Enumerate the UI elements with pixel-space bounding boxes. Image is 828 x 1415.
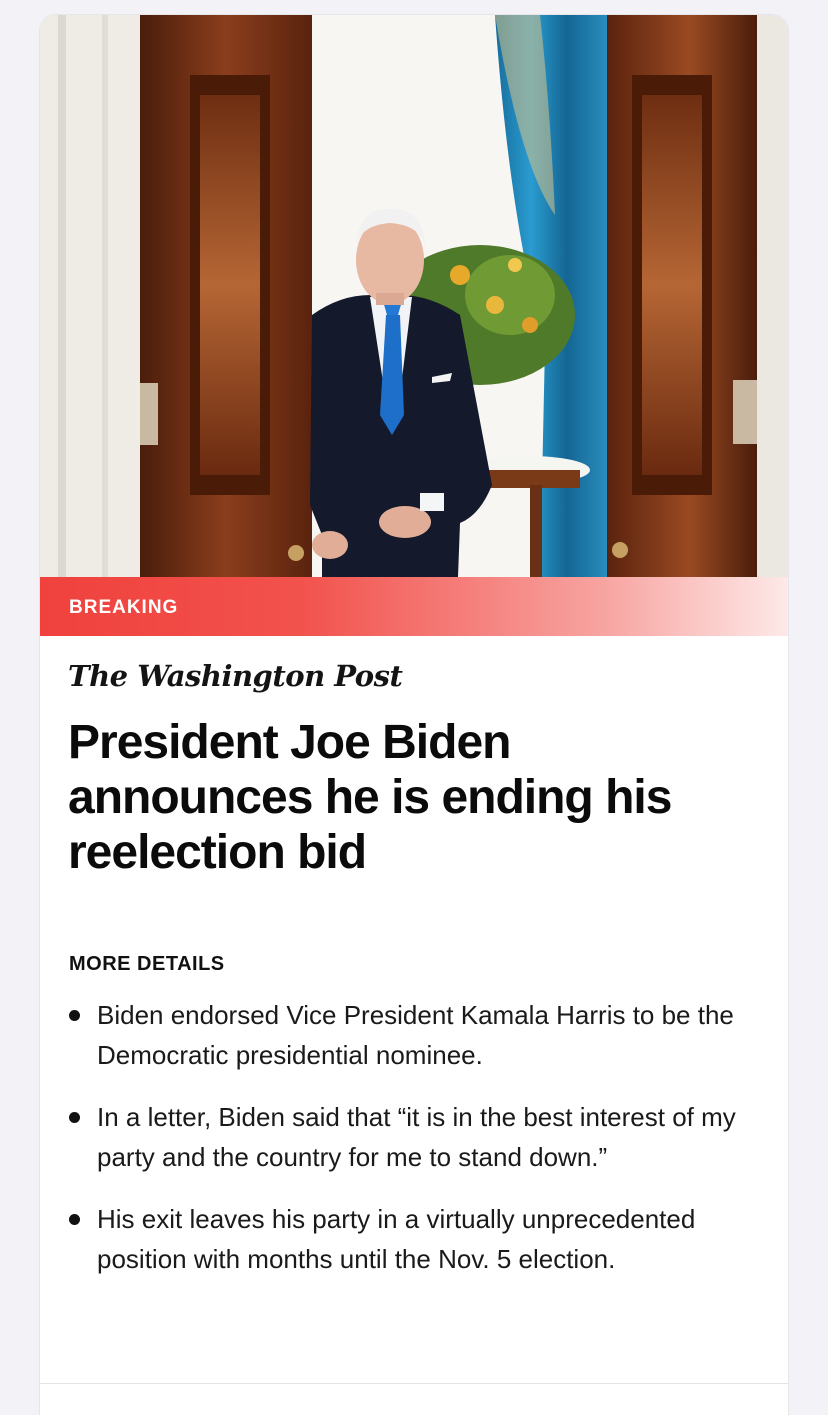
headline[interactable]: President Joe Biden announces he is endi… <box>68 715 748 880</box>
details-item-text: In a letter, Biden said that “it is in t… <box>97 1102 736 1172</box>
details-item-text: Biden endorsed Vice President Kamala Har… <box>97 1000 734 1070</box>
divider <box>40 1383 788 1384</box>
more-details-heading: MORE DETAILS <box>69 953 225 975</box>
details-item: His exit leaves his party in a virtually… <box>69 1199 759 1279</box>
hero-photo <box>40 15 788 577</box>
details-item-text: His exit leaves his party in a virtually… <box>97 1204 696 1274</box>
details-item: Biden endorsed Vice President Kamala Har… <box>69 995 759 1075</box>
bullet-icon <box>69 1112 80 1123</box>
breaking-banner: BREAKING <box>40 577 788 636</box>
breaking-label: BREAKING <box>69 597 179 618</box>
bullet-icon <box>69 1010 80 1021</box>
news-card[interactable]: BREAKING The Washington Post President J… <box>40 15 788 1415</box>
publisher-logo: The Washington Post <box>68 659 403 693</box>
details-item: In a letter, Biden said that “it is in t… <box>69 1097 759 1177</box>
details-list: Biden endorsed Vice President Kamala Har… <box>69 995 759 1301</box>
bullet-icon <box>69 1214 80 1225</box>
